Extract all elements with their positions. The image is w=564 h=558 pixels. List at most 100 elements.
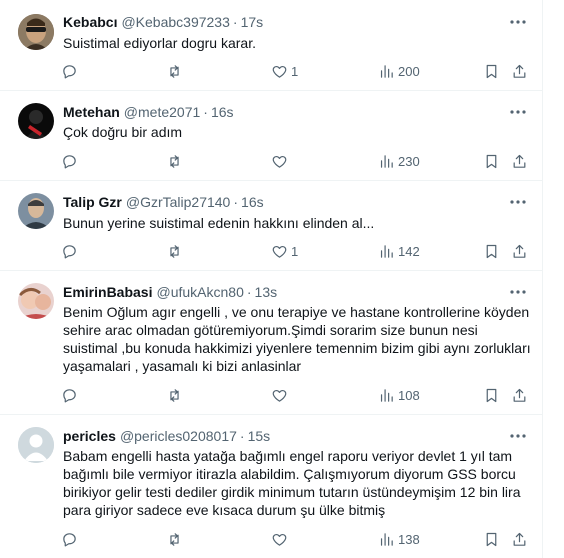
tweet[interactable]: pericles @pericles0208017 · 15s Babam en… [0, 415, 542, 558]
timestamp[interactable]: 13s [255, 284, 278, 300]
action-bar: 108 [53, 385, 533, 405]
more-icon[interactable] [508, 13, 528, 31]
reply-button[interactable] [61, 241, 78, 261]
retweet-button[interactable] [166, 241, 183, 261]
reply-button[interactable] [61, 151, 78, 171]
retweet-icon [170, 244, 179, 258]
avatar[interactable] [18, 14, 54, 50]
more-icon[interactable] [508, 193, 528, 211]
timestamp[interactable]: 17s [241, 14, 264, 30]
tweet-text: Benim Oğlum agır engelli , ve onu terapi… [63, 304, 531, 374]
action-bar: 138 [53, 529, 533, 549]
like-button[interactable] [271, 529, 291, 549]
share-icon [513, 244, 526, 258]
like-button[interactable] [271, 385, 291, 405]
avatar[interactable] [18, 283, 54, 319]
bookmark-icon [486, 244, 497, 258]
timestamp[interactable]: 16s [211, 104, 234, 120]
share-icon [513, 388, 526, 402]
tweet-text: Çok doğru bir adım [63, 124, 183, 140]
tweet[interactable]: Metehan @mete2071 · 16s Çok doğru bir ad… [0, 91, 542, 181]
like-count: 1 [291, 243, 299, 259]
tweet-header: EmirinBabasi @ufukAkcn80 · 13s [63, 283, 277, 301]
retweet-icon [170, 64, 179, 78]
views-icon [380, 532, 393, 546]
display-name[interactable]: Talip Gzr [63, 194, 122, 210]
views-icon [380, 244, 393, 258]
tweet[interactable]: Talip Gzr @GzrTalip27140 · 16s Bunun yer… [0, 181, 542, 271]
views-button[interactable]: 142 [378, 241, 420, 261]
separator-dot: · [203, 104, 208, 120]
avatar[interactable] [18, 103, 54, 139]
user-handle[interactable]: @Kebabc397233 [121, 14, 229, 30]
user-handle[interactable]: @ufukAkcn80 [156, 284, 243, 300]
reply-icon [63, 388, 76, 402]
avatar[interactable] [18, 427, 54, 463]
views-icon [380, 64, 393, 78]
retweet-icon [170, 154, 179, 168]
separator-dot: · [233, 194, 239, 210]
retweet-icon [170, 388, 179, 402]
bookmark-button[interactable] [483, 61, 500, 81]
retweet-button[interactable] [166, 61, 183, 81]
user-handle[interactable]: @GzrTalip27140 [126, 194, 231, 210]
reply-button[interactable] [61, 61, 78, 81]
bookmark-button[interactable] [483, 151, 500, 171]
timestamp[interactable]: 16s [241, 194, 264, 210]
display-name[interactable]: EmirinBabasi [63, 284, 152, 300]
share-button[interactable] [511, 529, 528, 549]
tweet-text: Bunun yerine suistimal edenin hakkını el… [63, 215, 375, 231]
reply-icon [63, 64, 76, 78]
reply-icon [63, 532, 76, 546]
action-bar: 1 142 [53, 241, 533, 261]
bookmark-button[interactable] [483, 241, 500, 261]
tweet[interactable]: EmirinBabasi @ufukAkcn80 · 13s Benim Oğl… [0, 271, 542, 415]
views-count: 138 [398, 531, 420, 547]
share-icon [513, 532, 526, 546]
views-count: 108 [398, 387, 420, 403]
avatar[interactable] [18, 193, 54, 229]
action-bar: 230 [53, 151, 533, 171]
views-icon [380, 154, 393, 168]
like-button[interactable]: 1 [271, 61, 298, 81]
tweet[interactable]: Kebabcı @Kebabc397233 · 17s Suistimal ed… [0, 0, 542, 91]
timestamp[interactable]: 15s [248, 428, 271, 444]
share-icon [513, 154, 526, 168]
bookmark-icon [486, 64, 497, 78]
views-button[interactable]: 108 [378, 385, 420, 405]
retweet-button[interactable] [166, 385, 183, 405]
more-icon[interactable] [508, 103, 528, 121]
display-name[interactable]: Metehan [63, 104, 120, 120]
user-handle[interactable]: @pericles0208017 [120, 428, 237, 444]
views-button[interactable]: 230 [378, 151, 420, 171]
share-button[interactable] [511, 151, 528, 171]
retweet-icon [170, 532, 179, 546]
reply-button[interactable] [61, 529, 78, 549]
bookmark-icon [486, 154, 497, 168]
like-button[interactable]: 1 [271, 241, 298, 261]
share-button[interactable] [511, 385, 528, 405]
like-button[interactable] [271, 151, 291, 171]
reply-icon [63, 244, 76, 258]
bookmark-button[interactable] [483, 529, 500, 549]
views-button[interactable]: 138 [378, 529, 420, 549]
share-button[interactable] [511, 241, 528, 261]
tweet-header: Kebabcı @Kebabc397233 · 17s [63, 13, 263, 31]
retweet-button[interactable] [166, 151, 183, 171]
more-icon[interactable] [508, 427, 528, 445]
share-button[interactable] [511, 61, 528, 81]
display-name[interactable]: pericles [63, 428, 116, 444]
more-icon[interactable] [508, 283, 528, 301]
avatar-image [18, 103, 54, 139]
reply-button[interactable] [61, 385, 78, 405]
heart-icon [272, 533, 287, 546]
user-handle[interactable]: @mete2071 [124, 104, 200, 120]
action-bar: 1 200 [53, 61, 533, 81]
tweet-header: pericles @pericles0208017 · 15s [63, 427, 270, 445]
retweet-button[interactable] [166, 529, 183, 549]
avatar-image [18, 193, 54, 229]
views-count: 230 [398, 153, 420, 169]
display-name[interactable]: Kebabcı [63, 14, 117, 30]
bookmark-button[interactable] [483, 385, 500, 405]
views-button[interactable]: 200 [378, 61, 420, 81]
